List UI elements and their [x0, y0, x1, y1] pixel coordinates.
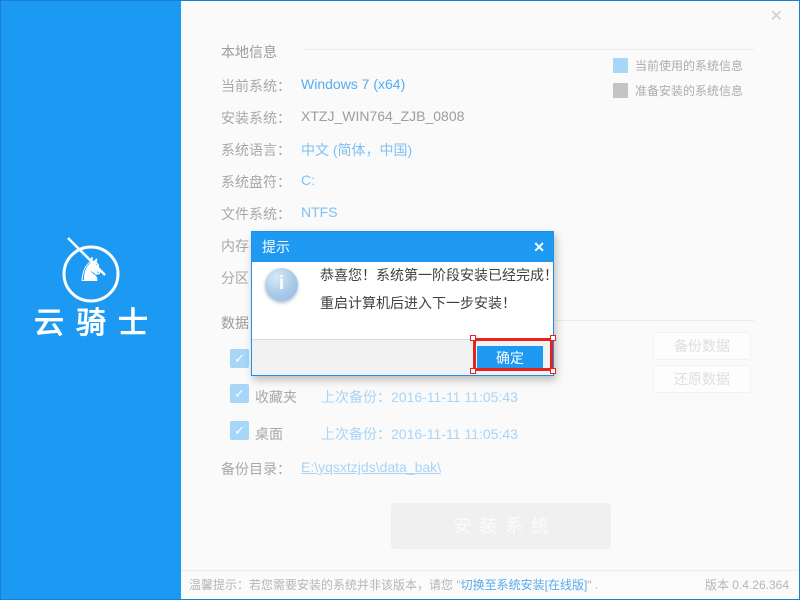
field-value: C: — [301, 172, 315, 188]
field-label: 当前系统： — [221, 78, 291, 94]
knight-horse-icon: ♞ — [54, 253, 128, 286]
legend-label: 当前使用的系统信息 — [635, 57, 743, 74]
info-icon: i — [265, 268, 298, 301]
row-install-system: 安装系统： XTZJ_WIN764_ZJB_0808 — [221, 108, 291, 126]
sidebar: ♞ 云骑士 — [1, 1, 181, 599]
legend: 当前使用的系统信息 准备安装的系统信息 — [613, 57, 743, 107]
field-value: Windows 7 (x64) — [301, 76, 405, 92]
field-label: 系统盘符： — [221, 174, 291, 190]
row-system-drive: 系统盘符： C: — [221, 172, 291, 190]
section-title-local-info: 本地信息 — [221, 42, 277, 62]
check-icon: ✓ — [234, 351, 245, 366]
field-label: 内存 — [221, 238, 249, 254]
backup-item-label: 桌面 — [255, 424, 283, 444]
dialog-close-icon[interactable]: ✕ — [533, 232, 545, 262]
legend-item-target: 准备安装的系统信息 — [613, 82, 743, 99]
check-icon: ✓ — [234, 423, 245, 438]
footer-bar: 温馨提示：若您需要安装的系统并非该版本，请您 "切换至系统安装[在线版]" . … — [181, 570, 799, 599]
dialog-message-line1: 恭喜您！系统第一阶段安装已经完成！ — [320, 265, 558, 285]
prompt-dialog: 提示 ✕ i 恭喜您！系统第一阶段安装已经完成！ 重启计算机后进入下一步安装！ … — [251, 231, 554, 376]
row-partition: 分区 — [221, 268, 249, 286]
footer-tip-suffix: " . — [587, 578, 598, 592]
footer-tip-text: 温馨提示：若您需要安装的系统并非该版本，请您 " — [189, 578, 461, 592]
backup-item-label: 收藏夹 — [255, 387, 297, 407]
field-label: 系统语言： — [221, 142, 291, 158]
brand-name: 云骑士 — [1, 298, 181, 342]
footer-switch-link[interactable]: 切换至系统安装[在线版] — [461, 578, 588, 592]
dialog-title: 提示 — [252, 232, 553, 262]
row-system-language: 系统语言： 中文 (简体，中国) — [221, 140, 291, 158]
legend-swatch-blue — [613, 58, 628, 73]
checkbox-favorites[interactable]: ✓ — [230, 384, 249, 403]
field-label: 文件系统： — [221, 206, 291, 222]
section-title-data-backup: 数据 — [221, 313, 249, 333]
field-value: NTFS — [301, 204, 338, 220]
version-label: 版本 0.4.26.364 — [705, 571, 789, 599]
section-divider — [303, 49, 754, 50]
field-label: 分区 — [221, 270, 249, 286]
row-memory: 内存 — [221, 236, 249, 254]
legend-label: 准备安装的系统信息 — [635, 82, 743, 99]
backup-item-time: 上次备份：2016-11-11 11:05:43 — [321, 387, 518, 407]
install-system-button[interactable]: 安装系统 — [391, 503, 611, 549]
backup-dir-label: 备份目录： — [221, 459, 291, 479]
backup-data-button[interactable]: 备份数据 — [653, 332, 751, 360]
check-icon: ✓ — [234, 386, 245, 401]
legend-swatch-gray — [613, 83, 628, 98]
backup-dir-link[interactable]: E:\yqsxtzjds\data_bak\ — [301, 459, 441, 475]
row-file-system: 文件系统： NTFS — [221, 204, 291, 222]
field-value: XTZJ_WIN764_ZJB_0808 — [301, 108, 464, 124]
dialog-footer: 确定 — [252, 339, 553, 375]
backup-item-time: 上次备份：2016-11-11 11:05:43 — [321, 424, 518, 444]
dialog-message-line2: 重启计算机后进入下一步安装！ — [320, 293, 516, 313]
ok-button[interactable]: 确定 — [477, 346, 543, 370]
app-window: ♞ 云骑士 ✕ 本地信息 当前使用的系统信息 准备安装的系统信息 当前系统： W… — [0, 0, 800, 600]
field-label: 安装系统： — [221, 110, 291, 126]
checkbox-documents[interactable]: ✓ — [230, 349, 249, 368]
field-value: 中文 (简体，中国) — [301, 140, 412, 160]
checkbox-desktop[interactable]: ✓ — [230, 421, 249, 440]
restore-data-button[interactable]: 还原数据 — [653, 365, 751, 393]
row-current-system: 当前系统： Windows 7 (x64) — [221, 76, 291, 94]
window-close-icon[interactable]: ✕ — [770, 9, 783, 25]
legend-item-current: 当前使用的系统信息 — [613, 57, 743, 74]
